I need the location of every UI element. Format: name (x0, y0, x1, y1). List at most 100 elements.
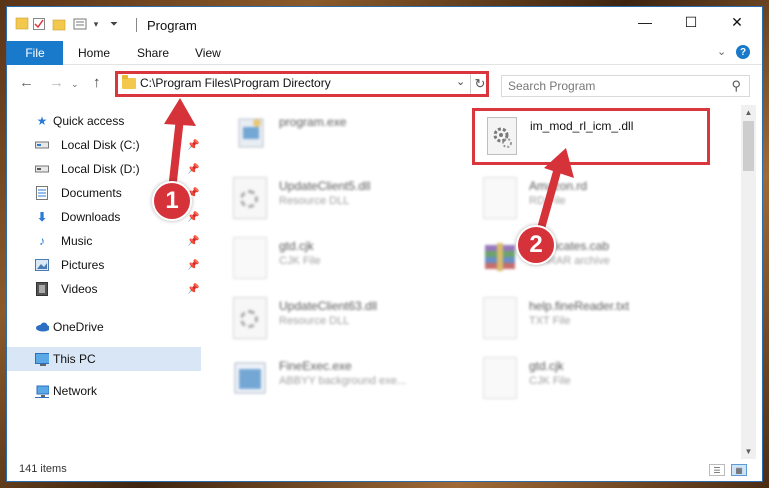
search-icon[interactable]: ⚲ (731, 78, 741, 94)
up-arrow-icon[interactable]: ↑ (93, 74, 101, 91)
list-item[interactable]: FineExec.exe ABBYY background exe... (209, 353, 459, 413)
sidebar-item-label: Music (61, 234, 93, 248)
title-bar: ▾ ⏷ Program — ☐ ✕ (7, 7, 762, 41)
file-name: program.exe (279, 115, 347, 129)
tab-view[interactable]: View (195, 46, 221, 60)
pin-icon[interactable]: 📌 (187, 164, 199, 175)
close-button[interactable]: ✕ (714, 7, 760, 37)
sidebar-item-label: This PC (53, 352, 96, 366)
sidebar-item-pictures[interactable]: Pictures 📌 (7, 253, 201, 277)
file-icon (233, 237, 267, 279)
minimize-button[interactable]: — (622, 7, 668, 37)
download-icon: ⬇ (36, 210, 48, 224)
callout-badge-1: 1 (152, 181, 192, 221)
pin-icon[interactable]: 📌 (187, 212, 199, 223)
sidebar-item-label: Local Disk (C:) (61, 138, 140, 152)
sidebar-item-label: Downloads (61, 210, 121, 224)
folder-icon (122, 75, 136, 89)
search-box[interactable]: ⚲ (501, 75, 750, 97)
recent-dropdown-icon[interactable]: ⌄ (71, 79, 79, 90)
window-title: Program (147, 18, 197, 33)
cloud-icon (35, 320, 49, 334)
file-type: CJK File (529, 375, 571, 387)
list-item[interactable]: gtd.cjk CJK File (459, 353, 709, 413)
list-item[interactable]: certificates.cab WinRAR archive (459, 233, 709, 293)
app-icon (233, 357, 267, 399)
sidebar-item-label: Local Disk (D:) (61, 162, 140, 176)
pin-icon[interactable]: 📌 (187, 140, 199, 151)
list-item[interactable]: Amazon.rd RD File (459, 173, 709, 233)
list-item[interactable]: help.fineReader.txt TXT File (459, 293, 709, 353)
refresh-icon[interactable]: ↻ (473, 74, 487, 94)
explorer-window: ▾ ⏷ Program — ☐ ✕ File Home Share View ⌄… (6, 6, 763, 482)
sidebar-item-music[interactable]: ♪ Music 📌 (7, 229, 201, 253)
sidebar-item-this-pc[interactable]: This PC (7, 347, 201, 371)
scroll-down-icon[interactable]: ▼ (741, 444, 756, 459)
drive-icon (35, 162, 49, 176)
list-item[interactable]: UpdateClient5.dll Resource DLL (209, 173, 459, 233)
back-arrow-icon[interactable]: ← (19, 74, 34, 91)
exe-icon (233, 113, 267, 155)
scroll-thumb[interactable] (743, 121, 754, 171)
tab-file[interactable]: File (7, 41, 63, 65)
list-item[interactable]: UpdateClient63.dll Resource DLL (209, 293, 459, 353)
sidebar-item-quick-access[interactable]: ★ Quick access (7, 109, 201, 133)
new-folder-icon[interactable] (51, 16, 67, 32)
help-button[interactable]: ? (736, 45, 750, 59)
pictures-icon (35, 258, 49, 272)
file-type: Resource DLL (279, 195, 350, 207)
address-path[interactable]: C:\Program Files\Program Directory (140, 76, 331, 90)
vertical-scrollbar[interactable]: ▲ ▼ (741, 105, 756, 459)
pin-icon[interactable]: 📌 (187, 236, 199, 247)
list-item[interactable]: gtd.cjk CJK File (209, 233, 459, 293)
star-icon: ★ (36, 114, 48, 128)
sidebar-item-network[interactable]: Network (7, 379, 201, 403)
drive-icon (35, 138, 49, 152)
file-icon (483, 177, 517, 219)
sidebar-item-label: Pictures (61, 258, 105, 272)
file-type: RD File (529, 195, 566, 207)
file-name: help.fineReader.txt (529, 299, 630, 313)
ribbon-tabs: File Home Share View ⌄ ? (7, 41, 762, 65)
dropdown-arrow-icon[interactable]: ⏷ (107, 16, 121, 32)
dll-gear-icon (233, 177, 267, 219)
chevron-down-icon[interactable]: ▾ (91, 16, 101, 32)
highlight-frame (472, 108, 710, 165)
title-separator (136, 18, 137, 32)
folder-icon (15, 16, 29, 30)
address-bar[interactable]: C:\Program Files\Program Directory ⌄ ↻ (115, 71, 489, 97)
file-type: Resource DLL (279, 315, 350, 327)
music-icon: ♪ (39, 234, 45, 248)
search-input[interactable] (508, 78, 708, 94)
callout-badge-2: 2 (516, 225, 556, 265)
file-name: Amazon.rd (529, 179, 588, 193)
tab-share[interactable]: Share (137, 46, 169, 60)
file-name: FineExec.exe (279, 359, 352, 373)
pin-icon[interactable]: 📌 (187, 260, 199, 271)
properties-icon[interactable] (31, 16, 47, 32)
list-item[interactable]: program.exe (209, 109, 459, 169)
large-icons-view-icon[interactable]: ▦ (731, 464, 747, 476)
forward-arrow-icon[interactable]: → (49, 74, 64, 91)
pin-icon[interactable]: 📌 (187, 284, 199, 295)
sidebar-item-label: OneDrive (53, 320, 104, 334)
documents-icon (35, 186, 49, 200)
file-name: gtd.cjk (529, 359, 564, 373)
expand-ribbon-icon[interactable]: ⌄ (717, 45, 726, 58)
rar-icon (483, 237, 517, 279)
customize-icon[interactable] (71, 16, 89, 32)
tab-home[interactable]: Home (78, 46, 110, 60)
details-view-icon[interactable]: ☰ (709, 464, 725, 476)
address-dropdown-icon[interactable]: ⌄ (456, 75, 465, 88)
maximize-button[interactable]: ☐ (668, 7, 714, 37)
sidebar-item-local-disk-c[interactable]: Local Disk (C:) 📌 (7, 133, 201, 157)
file-type: ABBYY background exe... (279, 375, 406, 387)
file-type: CJK File (279, 255, 321, 267)
file-name: UpdateClient5.dll (279, 179, 371, 193)
scroll-up-icon[interactable]: ▲ (741, 105, 756, 120)
sidebar-item-label: Documents (61, 186, 122, 200)
sidebar-item-label: Network (53, 384, 98, 398)
sidebar-item-local-disk-d[interactable]: Local Disk (D:) 📌 (7, 157, 201, 181)
sidebar-item-onedrive[interactable]: OneDrive (7, 315, 201, 339)
sidebar-item-videos[interactable]: Videos 📌 (7, 277, 201, 301)
